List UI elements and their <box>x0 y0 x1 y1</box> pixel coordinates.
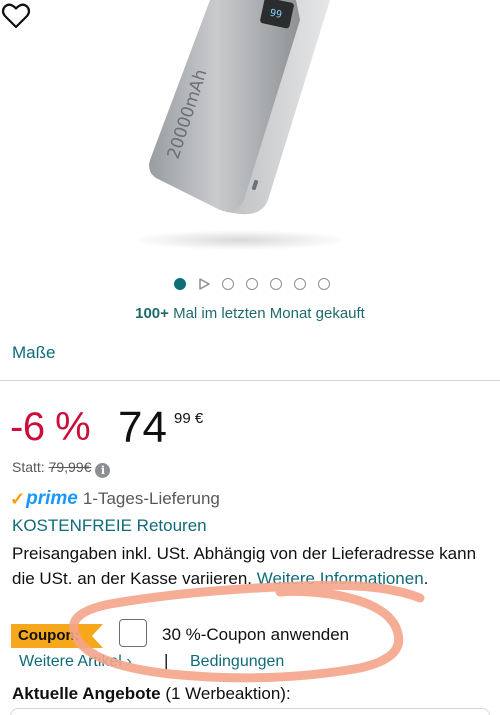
product-image[interactable]: 99 20000mAh <box>0 0 500 270</box>
image-carousel-dots <box>0 278 500 292</box>
carousel-dot[interactable] <box>318 278 330 290</box>
list-price: Statt: 79,99€ i <box>12 459 111 478</box>
prime-logo: prime <box>26 488 78 509</box>
current-offers-title: Aktuelle Angebote <box>12 684 161 703</box>
list-price-label: Statt: <box>12 459 49 475</box>
price-whole: 74 <box>118 403 167 452</box>
tax-notice-end: . <box>423 569 429 588</box>
discount-percent: -6 % <box>10 405 91 449</box>
carousel-dot[interactable] <box>246 278 258 290</box>
price-fraction: 99 € <box>174 410 204 427</box>
more-info-link[interactable]: Weitere Informationen <box>257 569 424 588</box>
current-offers: Aktuelle Angebote (1 Werbeaktion): <box>12 684 291 704</box>
more-items-link[interactable]: Weitere Artikel › <box>19 653 132 671</box>
delivery-text: 1-Tages-Lieferung <box>82 489 220 508</box>
link-separator: | <box>164 651 169 670</box>
bought-text: Mal im letzten Monat gekauft <box>168 305 365 322</box>
heart-icon[interactable] <box>0 0 32 32</box>
carousel-dot[interactable] <box>174 278 186 290</box>
old-price: 79,99€ <box>48 459 92 475</box>
coupon-badge: Coupon: <box>11 624 103 648</box>
prime-delivery: ✓ prime 1-Tages-Lieferung <box>10 488 220 510</box>
carousel-dot[interactable] <box>294 278 306 290</box>
video-play-icon[interactable] <box>198 278 210 290</box>
divider <box>0 380 500 381</box>
coupon-apply-text[interactable]: 30 %-Coupon anwenden <box>162 625 349 645</box>
info-icon[interactable]: i <box>95 463 111 478</box>
carousel-dot[interactable] <box>222 278 234 290</box>
coupon-checkbox[interactable] <box>119 619 147 647</box>
carousel-dot[interactable] <box>270 278 282 290</box>
conditions-link[interactable]: Bedingungen <box>190 653 284 671</box>
offers-card[interactable] <box>10 708 490 715</box>
free-returns-link[interactable]: KOSTENFREIE Retouren <box>12 516 207 536</box>
bought-last-month: 100+ Mal im letzten Monat gekauft <box>0 305 500 322</box>
current-offers-count: (1 Werbeaktion): <box>160 684 291 703</box>
prime-check-icon: ✓ <box>10 488 26 509</box>
bought-count: 100+ <box>135 305 169 322</box>
tax-notice: Preisangaben inkl. USt. Abhängig von der… <box>12 541 496 591</box>
dimensions-link[interactable]: Maße <box>12 343 55 363</box>
